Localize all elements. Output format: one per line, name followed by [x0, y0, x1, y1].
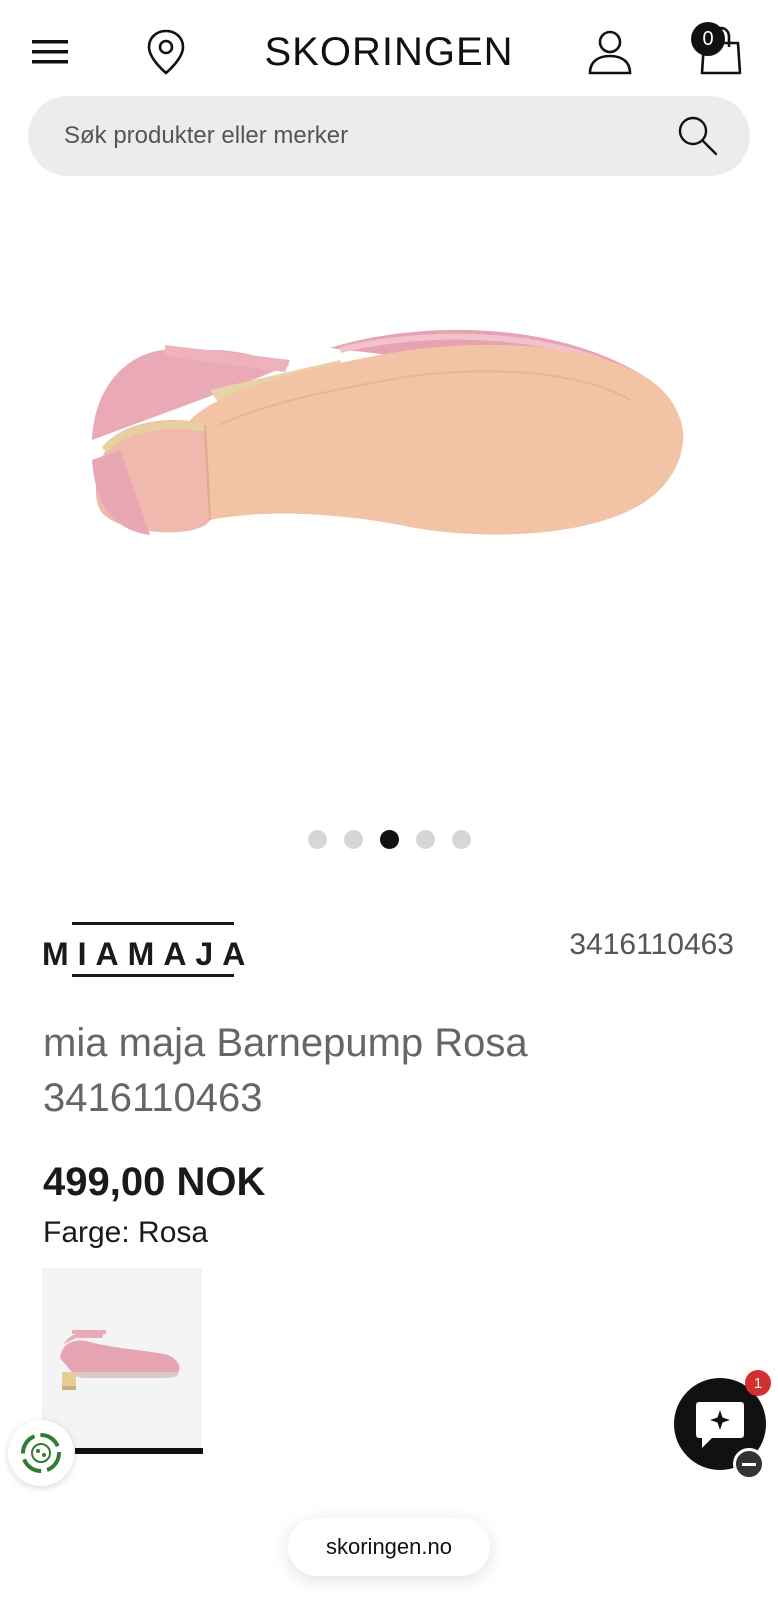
variant-image — [60, 1330, 180, 1390]
site-logo[interactable]: SKORINGEN — [0, 30, 778, 75]
chat-bubble-icon — [696, 1402, 744, 1448]
brand-logo[interactable]: MIAMAJA — [42, 922, 255, 978]
color-variant-thumbnail[interactable] — [42, 1268, 202, 1454]
account-button[interactable] — [582, 26, 638, 78]
chat-notification-badge: 1 — [745, 1370, 771, 1396]
search-bar — [28, 96, 750, 176]
search-button[interactable] — [676, 114, 720, 158]
carousel-dot[interactable] — [343, 830, 363, 849]
search-icon — [678, 116, 718, 156]
carousel-dot[interactable] — [451, 830, 471, 849]
brand-logo-line — [72, 974, 234, 977]
product-image-carousel[interactable] — [0, 200, 778, 800]
product-price: 499,00 NOK — [43, 1160, 266, 1204]
carousel-dot-active[interactable] — [379, 830, 399, 849]
carousel-dot[interactable] — [307, 830, 327, 849]
carousel-dots — [0, 830, 778, 849]
product-title: mia maja Barnepump Rosa 3416110463 — [43, 1021, 528, 1120]
product-color: Farge: Rosa — [43, 1216, 209, 1249]
cart-count-badge: 0 — [691, 22, 725, 56]
selected-variant-indicator — [75, 1448, 203, 1454]
browser-url-bar[interactable]: skoringen.no — [288, 1518, 490, 1576]
chat-minimize-button[interactable] — [733, 1448, 765, 1480]
product-image — [92, 329, 684, 535]
brand-name: MIAMAJA — [42, 936, 255, 972]
minus-icon — [742, 1462, 756, 1466]
user-icon — [588, 30, 632, 75]
article-number: 3416110463 — [569, 928, 734, 961]
site-header: SKORINGEN 0 — [0, 0, 778, 100]
brand-logo-line — [72, 922, 234, 925]
recycle-icon — [21, 1433, 61, 1473]
search-input[interactable] — [64, 96, 664, 176]
eco-badge[interactable] — [8, 1420, 74, 1486]
carousel-dot[interactable] — [415, 830, 435, 849]
